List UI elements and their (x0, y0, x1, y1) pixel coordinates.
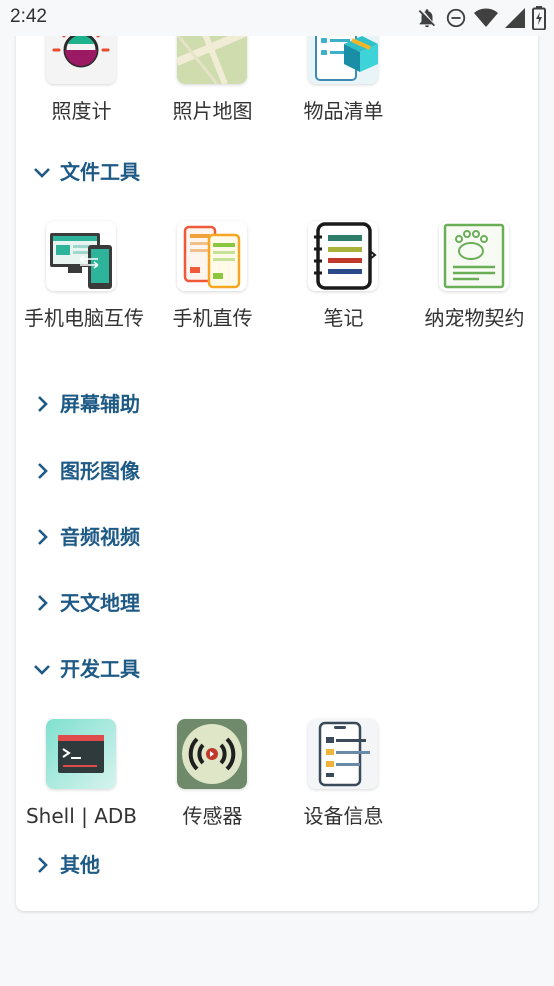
do-not-disturb-icon (445, 7, 467, 29)
section-graphics-image[interactable]: 图形图像 (16, 451, 538, 491)
section-title: 天文地理 (60, 591, 140, 615)
phone-pc-transfer-icon (46, 221, 116, 291)
tile-row-file-tools: 手机电脑互传 手机直传 笔记 纳宠物契约 (16, 221, 538, 330)
section-audio-video[interactable]: 音频视频 (16, 517, 538, 557)
notifications-off-icon (416, 7, 438, 29)
tools-card: 照度计 照片地图 物品清单 文件工具 手机电脑互传 手机直传 笔记 纳宠物契约 … (16, 20, 538, 911)
section-title: 图形图像 (60, 459, 140, 483)
chevron-down-icon (32, 162, 52, 182)
phone-direct-transfer-icon (177, 221, 247, 291)
tile-row-dev-tools: Shell | ADB 传感器 设备信息 (16, 719, 538, 828)
tile-label: 传感器 (182, 804, 243, 828)
signal-icon (505, 8, 525, 28)
section-title: 开发工具 (60, 657, 140, 681)
tile-label: 设备信息 (303, 804, 384, 828)
status-time: 2:42 (10, 6, 47, 27)
wifi-icon (474, 7, 498, 29)
tile-label: 手机电脑互传 (24, 306, 144, 330)
battery-charging-icon (532, 6, 546, 30)
tile-label: 物品清单 (303, 99, 384, 123)
status-icons (416, 6, 546, 30)
section-screen-assist[interactable]: 屏幕辅助 (16, 384, 538, 424)
tile-label: 照片地图 (172, 99, 253, 123)
chevron-right-icon (32, 855, 52, 875)
tile-label: 纳宠物契约 (424, 306, 525, 330)
chevron-right-icon (32, 593, 52, 613)
tile-label: 手机直传 (172, 306, 253, 330)
sensor-icon (177, 719, 247, 789)
chevron-right-icon (32, 461, 52, 481)
tile-label: Shell | ADB (25, 804, 138, 828)
terminal-icon (46, 719, 116, 789)
status-bar: 2:42 (0, 0, 554, 36)
section-title: 文件工具 (60, 160, 140, 184)
section-dev-tools[interactable]: 开发工具 (16, 649, 538, 689)
section-title: 屏幕辅助 (60, 392, 140, 416)
section-other[interactable]: 其他 (16, 845, 538, 885)
pet-contract-icon (439, 221, 509, 291)
tile-label: 照度计 (51, 99, 112, 123)
chevron-down-icon (32, 659, 52, 679)
notes-icon (308, 221, 378, 291)
tile-label: 笔记 (323, 306, 364, 330)
section-title: 音频视频 (60, 525, 140, 549)
device-info-icon (308, 719, 378, 789)
chevron-right-icon (32, 394, 52, 414)
section-title: 其他 (60, 853, 100, 877)
chevron-right-icon (32, 527, 52, 547)
section-file-tools[interactable]: 文件工具 (16, 152, 538, 192)
section-astronomy-geo[interactable]: 天文地理 (16, 583, 538, 623)
